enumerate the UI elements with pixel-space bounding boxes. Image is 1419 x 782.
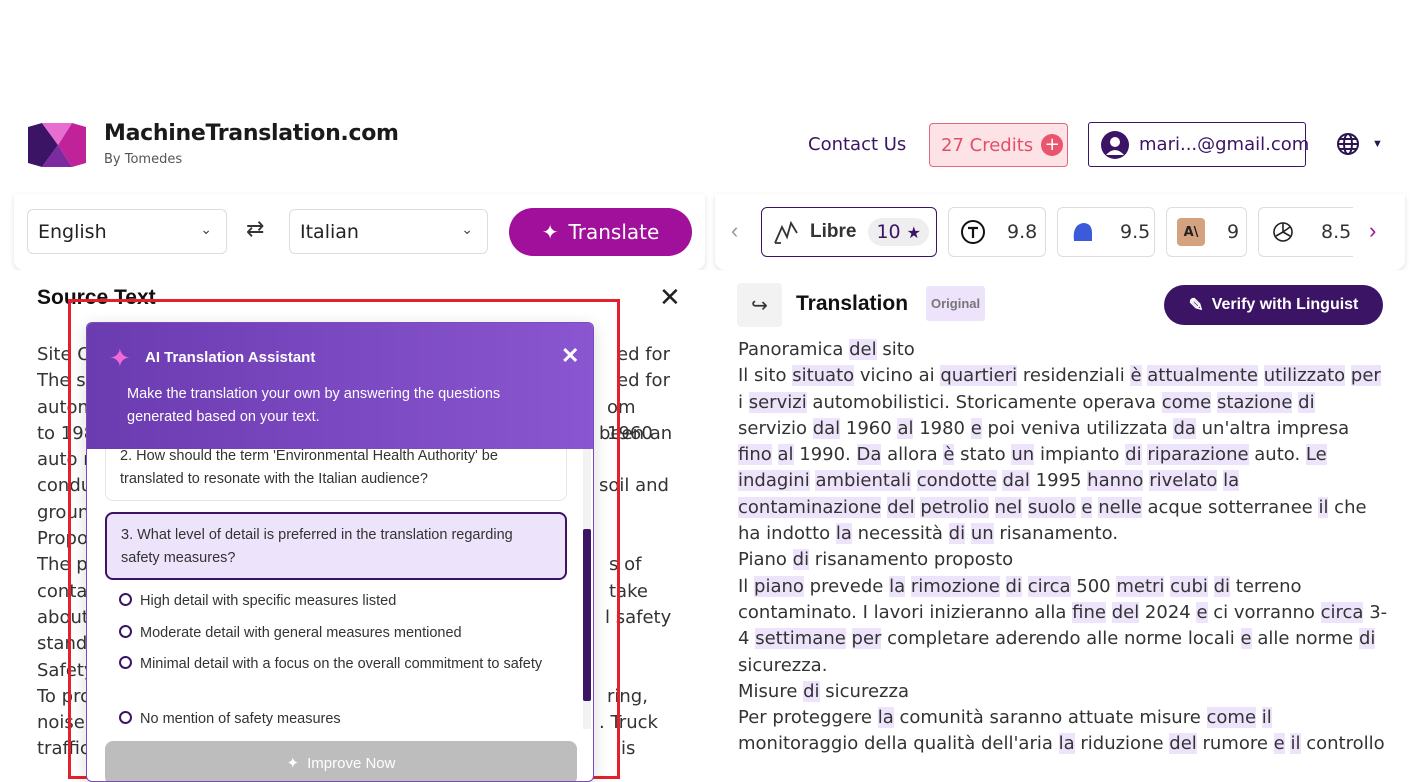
option-moderate-detail[interactable]: Moderate detail with general measures me…	[119, 621, 549, 645]
verify-with-linguist-button[interactable]: ✎ Verify with Linguist	[1164, 285, 1383, 325]
engine-libre[interactable]: Libre 10 ★	[761, 207, 937, 257]
sparkle-icon: ✦	[286, 755, 300, 772]
radio-icon	[119, 625, 132, 638]
chevron-left-icon[interactable]: ‹	[731, 218, 738, 244]
top-bar: MachineTranslation.com By Tomedes Contac…	[0, 118, 1419, 194]
radio-icon	[119, 593, 132, 606]
scrollbar-thumb[interactable]	[583, 529, 591, 701]
source-line-end: ed for	[617, 344, 670, 365]
engine-score: 9.5	[1120, 221, 1151, 243]
contact-us-link[interactable]: Contact Us	[808, 134, 906, 155]
globe-icon[interactable]	[1336, 132, 1360, 162]
engine-3[interactable]: 9.5	[1057, 207, 1155, 257]
plus-icon: +	[1041, 134, 1064, 156]
close-icon[interactable]: ✕	[659, 282, 681, 313]
engine-4[interactable]: A\ 9	[1166, 207, 1247, 257]
user-avatar-icon	[1101, 130, 1129, 159]
engine-2[interactable]: 9.8	[948, 207, 1046, 257]
swap-languages-icon[interactable]: ⇄	[246, 216, 264, 242]
brand-subtitle: By Tomedes	[104, 152, 183, 167]
translation-title: Translation	[796, 292, 909, 315]
brand-title: MachineTranslation.com	[104, 121, 399, 146]
linguist-icon: ✎	[1188, 294, 1204, 315]
anthropic-icon: A\	[1177, 218, 1205, 246]
engine-score: 9	[1227, 221, 1240, 243]
option-high-detail[interactable]: High detail with specific measures liste…	[119, 589, 549, 613]
option-label: No mention of safety measures	[140, 711, 341, 727]
credits-button[interactable]: 27 Credits +	[929, 123, 1068, 167]
assistant-title: AI Translation Assistant	[145, 349, 316, 366]
chevron-down-icon: ⌄	[461, 222, 473, 238]
engine-score: 10	[876, 221, 901, 243]
ai-assistant-popup: 2. How should the term 'Environmental He…	[86, 322, 594, 782]
verify-label: Verify with Linguist	[1211, 296, 1359, 313]
blue-blob-icon	[1068, 218, 1096, 246]
translation-panel: ↪ Translation Original ✎ Verify with Lin…	[715, 270, 1405, 769]
target-language-value: Italian	[300, 220, 359, 243]
assistant-description: Make the translation your own by answeri…	[127, 386, 501, 425]
source-language-value: English	[38, 220, 107, 243]
engine-name: Libre	[810, 221, 857, 242]
star-icon: ★	[906, 222, 921, 242]
option-minimal-detail[interactable]: Minimal detail with a focus on the overa…	[119, 652, 549, 676]
source-line-end: ed for	[617, 370, 670, 392]
assistant-header: ✦ AI Translation Assistant ✕ Make the tr…	[87, 323, 593, 449]
radio-icon	[119, 656, 132, 669]
caret-down-icon[interactable]: ▼	[1372, 138, 1383, 150]
original-badge: Original	[926, 286, 986, 321]
option-label: High detail with specific measures liste…	[140, 593, 397, 609]
option-label: Moderate detail with general measures me…	[140, 625, 462, 641]
question-3[interactable]: 3. What level of detail is preferred in …	[105, 512, 567, 580]
option-label: Minimal detail with a focus on the overa…	[140, 656, 543, 672]
engine-score: 8.5	[1321, 221, 1352, 243]
target-language-select[interactable]: Italian ⌄	[289, 209, 488, 254]
chevron-down-icon: ⌄	[200, 222, 212, 238]
brand-logo[interactable]	[28, 123, 86, 167]
engine-5[interactable]: 8.5	[1258, 207, 1353, 257]
sparkle-icon: ✦	[109, 343, 131, 373]
translate-label: Translate	[568, 220, 660, 244]
t-circle-icon	[959, 218, 987, 246]
engine-score: 9.8	[1007, 221, 1038, 243]
account-email: mari...@gmail.com	[1139, 134, 1310, 155]
radio-icon	[119, 711, 132, 724]
source-language-select[interactable]: English ⌄	[27, 209, 227, 254]
libre-icon	[772, 218, 800, 246]
translation-text[interactable]: Panoramica del sito Il sito situato vici…	[738, 337, 1388, 758]
credits-label: 27 Credits	[941, 134, 1034, 156]
question-2[interactable]: 2. How should the term 'Environmental He…	[105, 443, 567, 501]
close-icon[interactable]: ✕	[561, 343, 579, 369]
openai-icon	[1269, 218, 1297, 246]
engine-selector: ‹ Libre 10 ★ 9.8 9.5 A\ 9 8.5 ›	[715, 194, 1405, 270]
chevron-right-icon[interactable]: ›	[1369, 218, 1376, 244]
source-line-end: is	[621, 738, 636, 760]
engine-score-pill: 10 ★	[868, 218, 929, 246]
redo-icon[interactable]: ↪	[737, 283, 782, 327]
account-button[interactable]: mari...@gmail.com	[1088, 122, 1310, 167]
translate-button[interactable]: ✦ Translate	[509, 208, 692, 256]
language-controls: English ⌄ ⇄ Italian ⌄ ✦ Translate	[14, 194, 705, 270]
option-no-mention[interactable]: No mention of safety measures	[119, 707, 549, 731]
improve-now-button[interactable]: ✦ Improve Now	[105, 741, 577, 781]
sparkle-icon: ✦	[541, 220, 559, 244]
